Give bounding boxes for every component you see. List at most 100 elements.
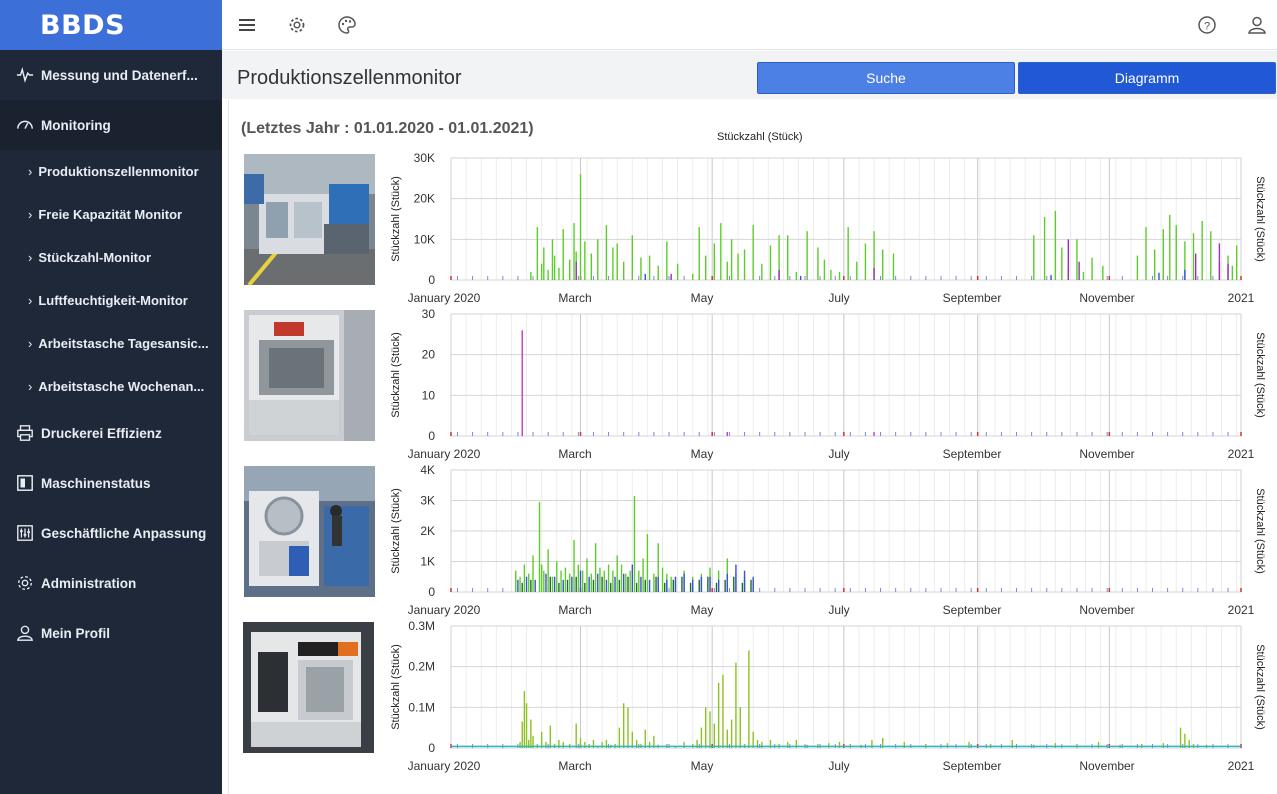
y-tick-label: 20: [422, 348, 436, 362]
y-tick-label: 0: [428, 585, 435, 599]
chart-title: Stückzahl (Stück): [717, 131, 803, 143]
period-label: (Letztes Jahr : 01.01.2020 - 01.01.2021): [241, 120, 534, 137]
y-tick-label: 30: [422, 307, 436, 321]
sidebar-subitem-worklist-daily[interactable]: › Arbeitstasche Tagesansic...: [0, 322, 222, 365]
x-tick-label: November: [1079, 759, 1134, 773]
help-icon[interactable]: ?: [1195, 13, 1219, 37]
x-tick-label: January 2020: [408, 603, 481, 617]
x-tick-label: 2021: [1228, 291, 1255, 305]
x-tick-label: November: [1079, 291, 1134, 305]
chart-button[interactable]: Diagramm: [1018, 62, 1276, 94]
x-tick-label: September: [943, 603, 1002, 617]
sidebar-item-label: Mein Profil: [41, 625, 111, 641]
y-axis-title: Stückzahl (Stück): [390, 644, 402, 730]
piece-count-chart-4: 0 0.1M 0.2M 0.3M January 2020 March May July Sep…: [390, 619, 1266, 773]
content-header: Produktionszellenmonitor Suche Diagramm: [222, 51, 1277, 99]
y-tick-label: 30K: [414, 151, 435, 165]
y-axis-title-right: Stückzahl (Stück): [1254, 332, 1266, 418]
sidebar-item-label: Druckerei Effizienz: [41, 425, 162, 441]
sidebar-item-label: Maschinenstatus: [41, 475, 151, 491]
x-tick-label: 2021: [1228, 447, 1255, 461]
x-tick-label: November: [1079, 447, 1134, 461]
sidebar-item-label: Monitoring: [41, 117, 111, 133]
user-icon[interactable]: [1245, 13, 1269, 37]
machine-image-4: [243, 622, 374, 753]
y-tick-label: 4K: [420, 463, 435, 477]
chevron-right-icon: ›: [28, 336, 33, 351]
sidebar-item-business-adjustment[interactable]: Geschäftliche Anpassung: [0, 508, 222, 558]
machine-image-1: [244, 154, 375, 285]
y-tick-label: 3K: [420, 494, 435, 508]
chevron-right-icon: ›: [28, 164, 33, 179]
sidebar: BBDS Messung und Datenerf... Monitoring …: [0, 0, 222, 794]
sidebar-item-my-profile[interactable]: Mein Profil: [0, 608, 222, 658]
x-tick-label: January 2020: [408, 759, 481, 773]
palette-icon[interactable]: [335, 13, 359, 37]
x-tick-label: July: [828, 603, 849, 617]
x-tick-label: May: [691, 291, 714, 305]
chevron-right-icon: ›: [28, 293, 33, 308]
status-icon: [16, 474, 34, 492]
piece-count-chart-3: 0 1K 2K 3K 4K January 2020 March May July Septemb…: [390, 463, 1266, 617]
y-tick-label: 0: [428, 429, 435, 443]
chevron-right-icon: ›: [28, 250, 33, 265]
search-button[interactable]: Suche: [757, 62, 1015, 94]
y-tick-label: 0.3M: [408, 619, 435, 633]
page-title: Produktionszellenmonitor: [237, 67, 462, 89]
machine-image-2: [244, 310, 375, 441]
y-axis-title-right: Stückzahl (Stück): [1254, 176, 1266, 262]
x-tick-label: 2021: [1228, 603, 1255, 617]
settings-icon[interactable]: [285, 13, 309, 37]
x-tick-label: July: [828, 759, 849, 773]
sidebar-item-label: Messung und Datenerf...: [41, 67, 198, 83]
y-axis-title: Stückzahl (Stück): [390, 488, 402, 574]
y-axis-title-right: Stückzahl (Stück): [1254, 644, 1266, 730]
sidebar-item-administration[interactable]: Administration: [0, 558, 222, 608]
brand-logo[interactable]: BBDS: [0, 0, 222, 50]
y-tick-label: 1K: [420, 555, 435, 569]
sidebar-subitem-piece-count-monitor[interactable]: › Stückzahl-Monitor: [0, 236, 222, 279]
x-tick-label: July: [828, 291, 849, 305]
sidebar-item-print-efficiency[interactable]: Druckerei Effizienz: [0, 408, 222, 458]
y-tick-label: 10: [422, 388, 436, 402]
adjust-icon: [16, 524, 34, 542]
x-tick-label: July: [828, 447, 849, 461]
x-tick-label: March: [558, 291, 591, 305]
sidebar-item-machine-status[interactable]: Maschinenstatus: [0, 458, 222, 508]
sidebar-subitem-free-capacity-monitor[interactable]: › Freie Kapazität Monitor: [0, 193, 222, 236]
y-tick-label: 0: [428, 741, 435, 755]
y-tick-label: 0.2M: [408, 660, 435, 674]
y-tick-label: 2K: [420, 524, 435, 538]
sidebar-subitem-humidity-monitor[interactable]: › Luftfeuchtigkeit-Monitor: [0, 279, 222, 322]
dashboard-icon: [16, 116, 34, 134]
y-tick-label: 20K: [414, 192, 435, 206]
piece-count-chart-1: 0 10K 20K 30K January 2020 March May July Septem…: [390, 151, 1266, 305]
sidebar-subitem-production-cell-monitor[interactable]: › Produktionszellenmonitor: [0, 150, 222, 193]
y-axis-title-right: Stückzahl (Stück): [1254, 488, 1266, 574]
x-tick-label: January 2020: [408, 447, 481, 461]
main-panel: (Letztes Jahr : 01.01.2020 - 01.01.2021)…: [228, 100, 1277, 794]
sidebar-item-measurement[interactable]: Messung und Datenerf...: [0, 50, 222, 100]
sidebar-item-label: Administration: [41, 575, 137, 591]
svg-text:?: ?: [1204, 21, 1210, 33]
x-tick-label: 2021: [1228, 759, 1255, 773]
sidebar-item-monitoring[interactable]: Monitoring: [0, 100, 222, 150]
piece-count-chart-2: 0 10 20 30 January 2020 March May July September…: [390, 307, 1266, 461]
plot-area: [450, 625, 1242, 749]
y-tick-label: 10K: [414, 232, 435, 246]
sidebar-item-label: Geschäftliche Anpassung: [41, 525, 207, 541]
y-axis-title: Stückzahl (Stück): [390, 332, 402, 418]
y-axis-title: Stückzahl (Stück): [390, 176, 402, 262]
sidebar-subitem-worklist-weekly[interactable]: › Arbeitstasche Wochenan...: [0, 365, 222, 408]
machine-image-3: [244, 466, 375, 597]
x-tick-label: May: [691, 447, 714, 461]
brand-text: BBDS: [40, 9, 126, 41]
profile-icon: [16, 624, 34, 642]
x-tick-label: November: [1079, 603, 1134, 617]
y-tick-label: 0: [428, 273, 435, 287]
pulse-icon: [16, 66, 34, 84]
x-tick-label: March: [558, 759, 591, 773]
x-tick-label: September: [943, 291, 1002, 305]
y-tick-label: 0.1M: [408, 700, 435, 714]
menu-icon[interactable]: [235, 13, 259, 37]
